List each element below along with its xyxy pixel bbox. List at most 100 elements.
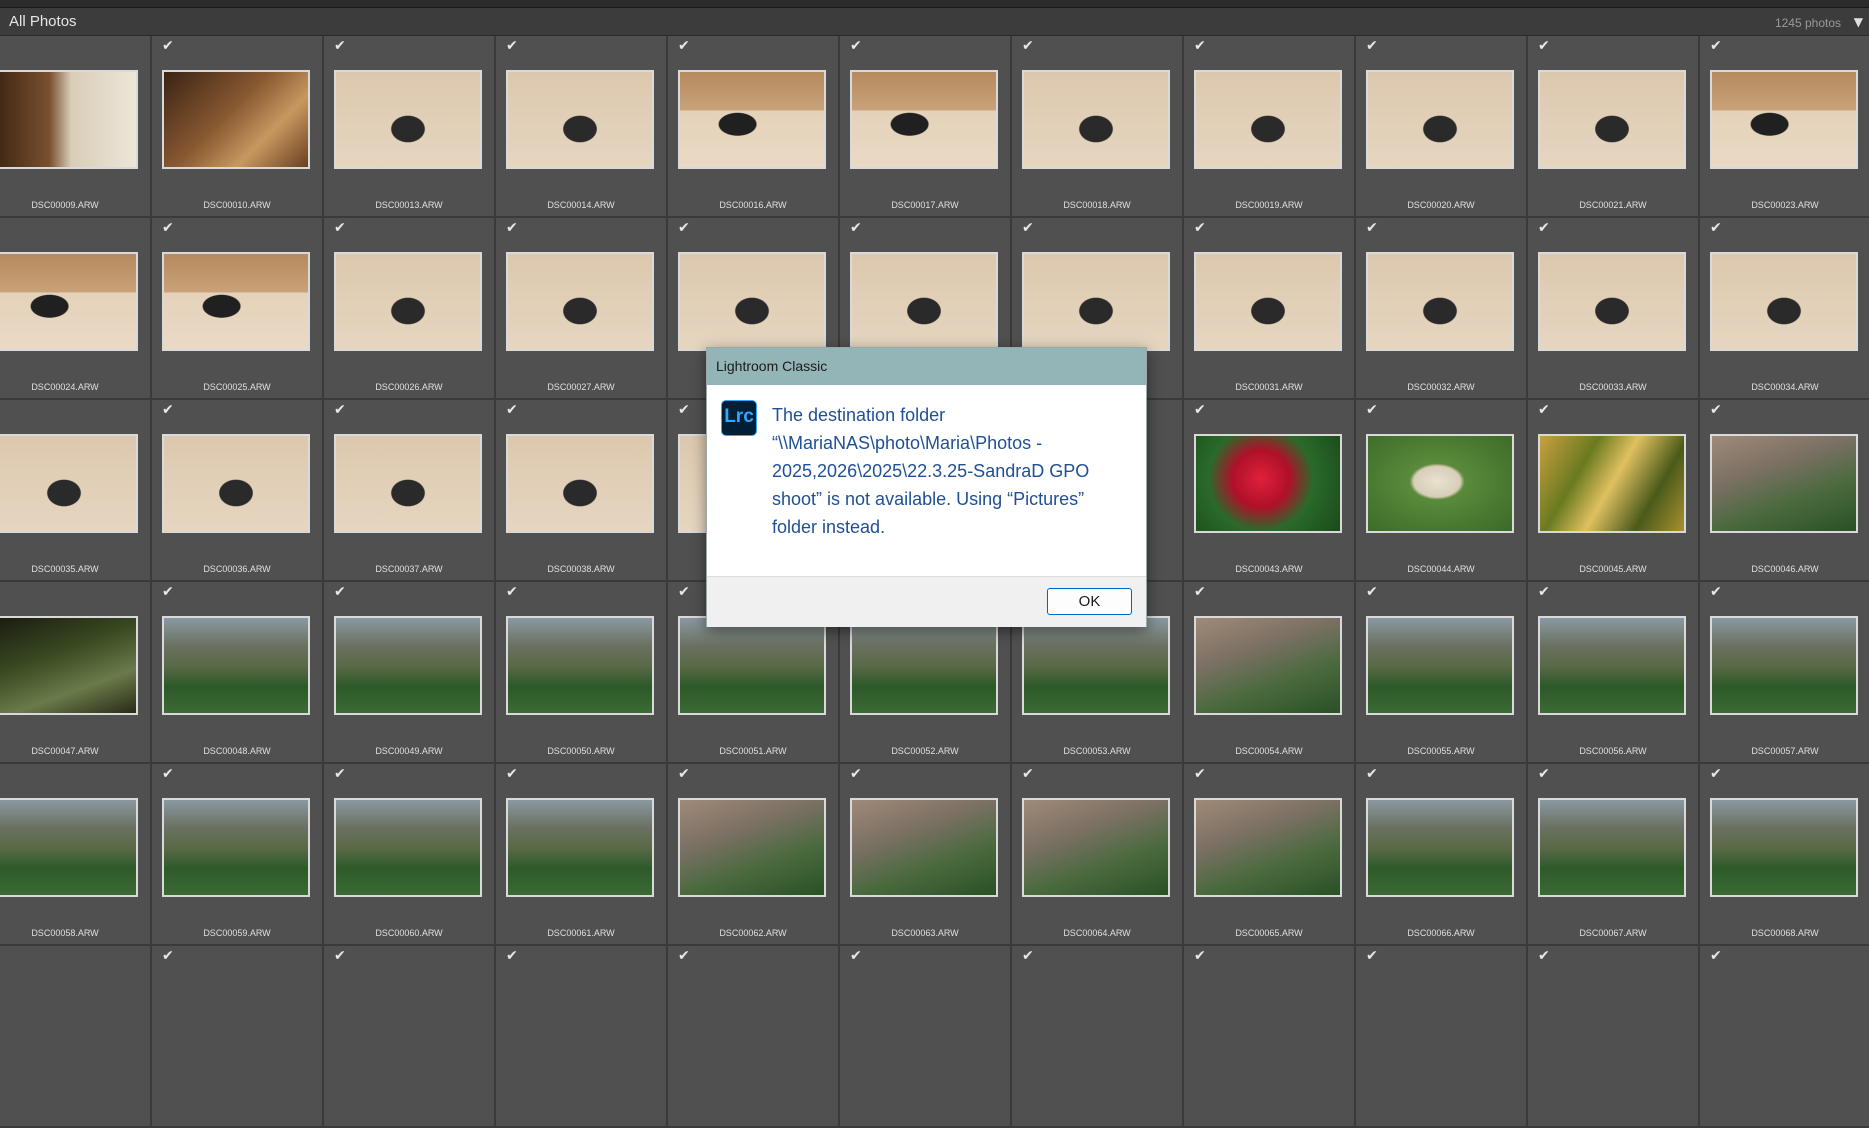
grid-cell[interactable]: ✔ DSC00018.ARW [1012,36,1184,218]
import-checkbox-icon[interactable]: ✔ [1022,949,1034,963]
grid-cell[interactable]: ✔ DSC00019.ARW [1184,36,1356,218]
photo-thumbnail[interactable] [1710,616,1858,715]
import-checkbox-icon[interactable]: ✔ [162,585,174,599]
photo-thumbnail[interactable] [0,70,138,169]
photo-thumbnail[interactable] [850,798,998,897]
photo-thumbnail[interactable] [1194,70,1342,169]
photo-thumbnail[interactable] [1366,434,1514,533]
grid-cell[interactable]: ✔ DSC00043.ARW [1184,400,1356,582]
import-checkbox-icon[interactable]: ✔ [1366,585,1378,599]
grid-cell[interactable]: ✔ DSC00010.ARW [152,36,324,218]
grid-cell[interactable]: ✔ [1012,946,1184,1128]
import-checkbox-icon[interactable]: ✔ [1538,39,1550,53]
photo-thumbnail[interactable] [334,798,482,897]
photo-thumbnail[interactable] [506,252,654,351]
grid-cell[interactable]: ✔ DSC00063.ARW [840,764,1012,946]
photo-thumbnail[interactable] [162,70,310,169]
import-checkbox-icon[interactable]: ✔ [678,767,690,781]
grid-cell[interactable]: ✔ DSC00026.ARW [324,218,496,400]
import-checkbox-icon[interactable]: ✔ [162,39,174,53]
import-checkbox-icon[interactable]: ✔ [162,221,174,235]
photo-thumbnail[interactable] [0,434,138,533]
photo-thumbnail[interactable] [1366,252,1514,351]
photo-thumbnail[interactable] [1366,70,1514,169]
import-checkbox-icon[interactable]: ✔ [1194,585,1206,599]
import-checkbox-icon[interactable]: ✔ [506,585,518,599]
import-checkbox-icon[interactable]: ✔ [850,949,862,963]
photo-thumbnail[interactable] [1366,616,1514,715]
grid-cell[interactable]: ✔ DSC00064.ARW [1012,764,1184,946]
import-checkbox-icon[interactable]: ✔ [678,949,690,963]
photo-thumbnail[interactable] [162,252,310,351]
import-checkbox-icon[interactable]: ✔ [162,403,174,417]
photo-thumbnail[interactable] [506,70,654,169]
import-checkbox-icon[interactable]: ✔ [1194,949,1206,963]
grid-cell[interactable]: ✔ DSC00055.ARW [1356,582,1528,764]
photo-thumbnail[interactable] [678,252,826,351]
import-checkbox-icon[interactable]: ✔ [1710,221,1722,235]
grid-cell[interactable]: ✔ DSC00032.ARW [1356,218,1528,400]
photo-thumbnail[interactable] [1710,252,1858,351]
grid-cell[interactable]: ✔ DSC00034.ARW [1700,218,1869,400]
import-checkbox-icon[interactable]: ✔ [334,221,346,235]
import-checkbox-icon[interactable]: ✔ [506,949,518,963]
photo-thumbnail[interactable] [0,798,138,897]
grid-cell[interactable]: ✔ DSC00066.ARW [1356,764,1528,946]
grid-cell[interactable]: ✔ DSC00020.ARW [1356,36,1528,218]
grid-cell[interactable]: ✔ [668,946,840,1128]
import-checkbox-icon[interactable]: ✔ [1366,949,1378,963]
import-checkbox-icon[interactable]: ✔ [1366,403,1378,417]
import-checkbox-icon[interactable]: ✔ [1022,221,1034,235]
import-checkbox-icon[interactable]: ✔ [1538,767,1550,781]
photo-thumbnail[interactable] [162,616,310,715]
grid-cell[interactable]: ✔ DSC00027.ARW [496,218,668,400]
grid-cell[interactable]: ✔ DSC00050.ARW [496,582,668,764]
grid-cell[interactable]: ✔ DSC00017.ARW [840,36,1012,218]
grid-cell[interactable]: ✔ DSC00067.ARW [1528,764,1700,946]
import-checkbox-icon[interactable]: ✔ [506,767,518,781]
grid-cell[interactable]: ✔ [840,946,1012,1128]
photo-thumbnail[interactable] [1538,434,1686,533]
grid-cell[interactable]: ✔ [1184,946,1356,1128]
grid-cell[interactable]: ✔ [1356,946,1528,1128]
grid-cell[interactable]: ✔ DSC00045.ARW [1528,400,1700,582]
triangle-down-icon[interactable]: ▼ [1854,15,1863,29]
grid-cell[interactable]: ✔ DSC00068.ARW [1700,764,1869,946]
photo-thumbnail[interactable] [0,252,138,351]
import-checkbox-icon[interactable]: ✔ [1194,221,1206,235]
grid-cell[interactable]: ✔ DSC00033.ARW [1528,218,1700,400]
grid-cell[interactable]: ✔ DSC00014.ARW [496,36,668,218]
photo-thumbnail[interactable] [1194,616,1342,715]
photo-thumbnail[interactable] [1194,252,1342,351]
photo-thumbnail[interactable] [850,616,998,715]
import-checkbox-icon[interactable]: ✔ [162,767,174,781]
import-checkbox-icon[interactable]: ✔ [1710,767,1722,781]
import-checkbox-icon[interactable]: ✔ [1194,39,1206,53]
grid-cell[interactable]: ✔ DSC00062.ARW [668,764,840,946]
import-checkbox-icon[interactable]: ✔ [850,221,862,235]
grid-cell[interactable]: ✔ DSC00016.ARW [668,36,840,218]
import-checkbox-icon[interactable]: ✔ [334,949,346,963]
grid-cell[interactable]: DSC00024.ARW [0,218,152,400]
photo-thumbnail[interactable] [0,616,138,715]
grid-cell[interactable]: ✔ DSC00046.ARW [1700,400,1869,582]
import-checkbox-icon[interactable]: ✔ [1194,767,1206,781]
photo-thumbnail[interactable] [1710,70,1858,169]
grid-cell[interactable]: ✔ DSC00013.ARW [324,36,496,218]
grid-cell[interactable]: ✔ DSC00060.ARW [324,764,496,946]
import-checkbox-icon[interactable]: ✔ [850,767,862,781]
photo-thumbnail[interactable] [1022,798,1170,897]
photo-thumbnail[interactable] [506,616,654,715]
import-checkbox-icon[interactable]: ✔ [1366,767,1378,781]
import-checkbox-icon[interactable]: ✔ [1366,39,1378,53]
import-checkbox-icon[interactable]: ✔ [1538,403,1550,417]
import-checkbox-icon[interactable]: ✔ [678,403,690,417]
import-checkbox-icon[interactable]: ✔ [334,39,346,53]
import-checkbox-icon[interactable]: ✔ [1538,949,1550,963]
import-checkbox-icon[interactable]: ✔ [334,767,346,781]
import-checkbox-icon[interactable]: ✔ [678,39,690,53]
grid-cell[interactable]: ✔ [1700,946,1869,1128]
import-checkbox-icon[interactable]: ✔ [1538,585,1550,599]
import-checkbox-icon[interactable]: ✔ [1538,221,1550,235]
grid-cell[interactable]: ✔ [152,946,324,1128]
